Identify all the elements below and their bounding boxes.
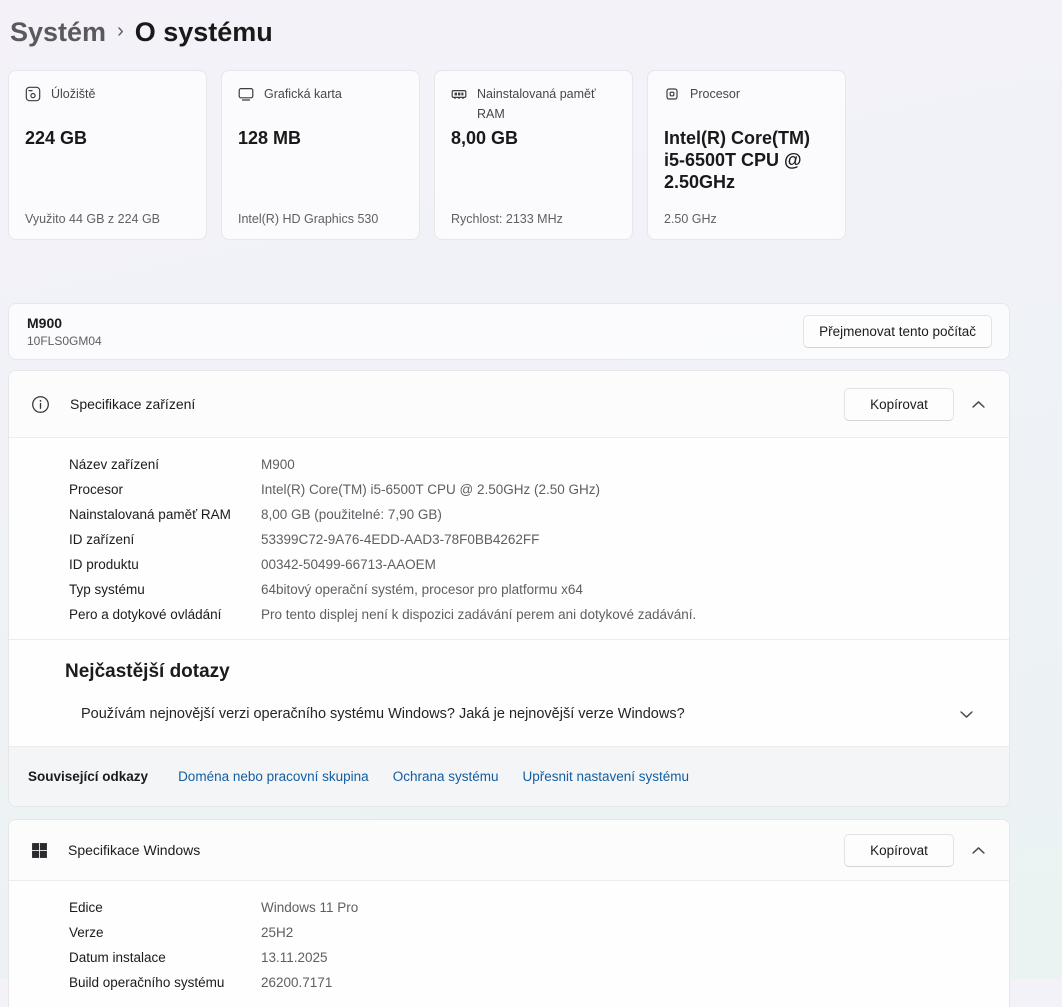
spec-label: Build operačního systému [69, 975, 261, 990]
breadcrumb-system[interactable]: Systém [10, 14, 106, 50]
device-spec-expander: Specifikace zařízení Kopírovat Název zař… [8, 370, 1010, 807]
spec-row-pen-touch: Pero a dotykové ovládání Pro tento displ… [9, 602, 1009, 627]
device-name-card: M900 10FLS0GM04 Přejmenovat tento počíta… [8, 303, 1010, 360]
related-links-label: Související odkazy [28, 769, 148, 784]
device-name-block: M900 10FLS0GM04 [27, 315, 102, 348]
spec-label: Edice [69, 900, 261, 915]
link-system-protection[interactable]: Ochrana systému [393, 769, 499, 784]
spec-row-install-date: Datum instalace 13.11.2025 [9, 945, 1009, 970]
windows-spec-copy-button[interactable]: Kopírovat [844, 834, 954, 867]
faq-section: Nejčastější dotazy Používám nejnovější v… [9, 639, 1009, 746]
spec-row-device-id: ID zařízení 53399C72-9A76-4EDD-AAD3-78F0… [9, 527, 1009, 552]
spec-value: 8,00 GB (použitelné: 7,90 GB) [261, 507, 442, 522]
faq-question-text: Používám nejnovější verzi operačního sys… [81, 706, 960, 722]
spec-value: Intel(R) Core(TM) i5-6500T CPU @ 2.50GHz… [261, 482, 600, 497]
device-spec-collapse-button[interactable] [968, 396, 989, 413]
spec-row-os-build: Build operačního systému 26200.7171 [9, 970, 1009, 995]
spec-label: Datum instalace [69, 950, 261, 965]
spec-label: ID zařízení [69, 532, 261, 547]
cpu-card-value: Intel(R) Core(TM) i5-6500T CPU @ 2.50GHz [664, 127, 833, 193]
spec-value: M900 [261, 457, 295, 472]
spec-value: 53399C72-9A76-4EDD-AAD3-78F0BB4262FF [261, 532, 539, 547]
about-page: Systém › O systému Úložiště 224 GB Využi… [0, 0, 1062, 1007]
windows-spec-title: Specifikace Windows [68, 842, 844, 858]
spec-value: 00342-50499-66713-AAOEM [261, 557, 436, 572]
cpu-card-title: Procesor [690, 84, 740, 104]
chevron-up-icon [972, 846, 985, 855]
spec-value: Windows 11 Pro [261, 900, 358, 915]
windows-spec-collapse-button[interactable] [968, 842, 989, 859]
ram-card-value: 8,00 GB [451, 127, 620, 149]
storage-card-title: Úložiště [51, 84, 95, 104]
windows-spec-table: Edice Windows 11 Pro Verze 25H2 Datum in… [9, 881, 1009, 1007]
rename-pc-button[interactable]: Přejmenovat tento počítač [803, 315, 992, 348]
faq-title: Nejčastější dotazy [65, 661, 1009, 683]
gpu-card-subtitle: Intel(R) HD Graphics 530 [238, 212, 378, 226]
info-icon [31, 395, 50, 414]
cpu-card: Procesor Intel(R) Core(TM) i5-6500T CPU … [647, 70, 846, 240]
spec-label: Nainstalovaná paměť RAM [69, 507, 261, 522]
ram-card-title: Nainstalovaná paměť RAM [477, 84, 616, 124]
storage-card: Úložiště 224 GB Využito 44 GB z 224 GB [8, 70, 207, 240]
spec-row-device-name: Název zařízení M900 [9, 452, 1009, 477]
spec-label: ID produktu [69, 557, 261, 572]
stat-cards-row: Úložiště 224 GB Využito 44 GB z 224 GB G… [8, 70, 1010, 240]
cpu-card-subtitle: 2.50 GHz [664, 212, 717, 226]
device-serial: 10FLS0GM04 [27, 334, 102, 348]
breadcrumb: Systém › O systému [10, 14, 1010, 50]
gpu-icon [238, 86, 254, 102]
related-links-strip: Související odkazy Doména nebo pracovní … [9, 746, 1009, 806]
spec-value: 26200.7171 [261, 975, 332, 990]
spec-row-system-type: Typ systému 64bitový operační systém, pr… [9, 577, 1009, 602]
spec-row-processor: Procesor Intel(R) Core(TM) i5-6500T CPU … [9, 477, 1009, 502]
spec-value: 25H2 [261, 925, 293, 940]
windows-logo-icon [31, 842, 48, 859]
spec-row-product-id: ID produktu 00342-50499-66713-AAOEM [9, 552, 1009, 577]
spec-row-version: Verze 25H2 [9, 920, 1009, 945]
device-name: M900 [27, 315, 102, 332]
gpu-card-title: Grafická karta [264, 84, 342, 104]
storage-icon [25, 86, 41, 102]
spec-label: Název zařízení [69, 457, 261, 472]
link-domain-workgroup[interactable]: Doména nebo pracovní skupina [178, 769, 369, 784]
device-spec-title: Specifikace zařízení [70, 396, 844, 412]
spec-label: Verze [69, 925, 261, 940]
spec-value: 13.11.2025 [261, 950, 328, 965]
chevron-up-icon [972, 400, 985, 409]
faq-question-row[interactable]: Používám nejnovější verzi operačního sys… [65, 706, 1009, 722]
ram-icon [451, 86, 467, 102]
storage-card-subtitle: Využito 44 GB z 224 GB [25, 212, 160, 226]
device-spec-header[interactable]: Specifikace zařízení Kopírovat [9, 371, 1009, 438]
storage-card-value: 224 GB [25, 127, 194, 149]
device-spec-table: Název zařízení M900 Procesor Intel(R) Co… [9, 438, 1009, 639]
link-advanced-system-settings[interactable]: Upřesnit nastavení systému [522, 769, 689, 784]
spec-label: Typ systému [69, 582, 261, 597]
chevron-down-icon [960, 710, 973, 719]
device-spec-copy-button[interactable]: Kopírovat [844, 388, 954, 421]
windows-spec-header[interactable]: Specifikace Windows Kopírovat [9, 820, 1009, 881]
spec-value: 64bitový operační systém, procesor pro p… [261, 582, 583, 597]
page-title: O systému [135, 14, 273, 50]
spec-row-edition: Edice Windows 11 Pro [9, 895, 1009, 920]
spec-label: Procesor [69, 482, 261, 497]
gpu-card: Grafická karta 128 MB Intel(R) HD Graphi… [221, 70, 420, 240]
ram-card: Nainstalovaná paměť RAM 8,00 GB Rychlost… [434, 70, 633, 240]
ram-card-subtitle: Rychlost: 2133 MHz [451, 212, 563, 226]
spec-row-ram: Nainstalovaná paměť RAM 8,00 GB (použite… [9, 502, 1009, 527]
breadcrumb-separator-icon: › [117, 13, 124, 49]
spec-label: Pero a dotykové ovládání [69, 607, 261, 622]
cpu-icon [664, 86, 680, 102]
spec-value: Pro tento displej není k dispozici zadáv… [261, 607, 696, 622]
gpu-card-value: 128 MB [238, 127, 407, 149]
